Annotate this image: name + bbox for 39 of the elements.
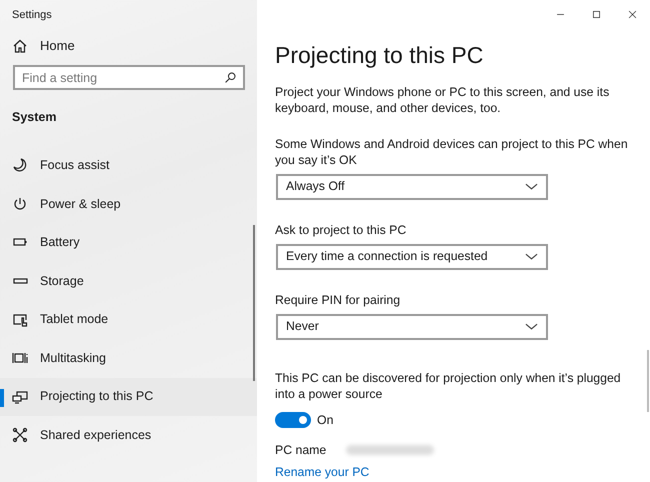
sidebar-item[interactable]: Shared experiences <box>0 416 257 455</box>
moon-icon <box>12 157 28 174</box>
scrollbar[interactable] <box>253 225 255 381</box>
dropdown[interactable]: Always Off <box>276 174 548 200</box>
pc-name-label: PC name <box>275 442 326 460</box>
setting-label: Require PIN for pairing <box>275 292 402 308</box>
toggle-label: On <box>317 412 334 429</box>
section-heading: System <box>11 109 58 126</box>
sidebar-item[interactable]: Storage <box>0 262 257 300</box>
sidebar-item[interactable]: Tablet mode <box>0 300 257 339</box>
description-text: Project your Windows phone or PC to this screen, and use its keyboard, mouse, and other devices, too. <box>275 84 610 116</box>
setting-label: Some Windows and Android devices can project to this PC when you say it’s OK <box>275 136 629 168</box>
page-title: Projecting to this PC <box>275 42 484 70</box>
chevron-down-icon <box>525 182 538 191</box>
projector-screen-icon <box>12 388 28 405</box>
sidebar-item[interactable]: Power & sleep <box>0 184 257 224</box>
close-icon <box>626 8 638 20</box>
dropdown[interactable]: Never <box>276 314 548 340</box>
maximize-icon <box>590 8 602 20</box>
shared-nodes-icon <box>12 427 28 444</box>
sidebar-item[interactable]: Battery <box>0 223 257 262</box>
tablet-icon <box>12 312 28 328</box>
power-note-text: This PC can be discovered for projection only when it’s plugged into a power source <box>275 370 622 402</box>
chevron-down-icon <box>525 322 538 331</box>
window-title: Settings <box>11 8 53 23</box>
dropdown[interactable]: Every time a connection is requested <box>276 244 548 270</box>
scrollbar[interactable] <box>647 350 649 412</box>
rename-link[interactable]: Rename your PC <box>275 465 370 480</box>
setting-label: Ask to project to this PC <box>275 222 408 238</box>
sidebar-item[interactable]: Focus assist <box>0 146 257 185</box>
toggle-switch[interactable] <box>275 412 311 428</box>
chevron-down-icon <box>525 252 538 261</box>
search-field[interactable]: Find a setting <box>13 65 245 90</box>
search-icon <box>224 71 237 84</box>
home-icon <box>12 38 28 54</box>
power-icon <box>12 196 28 212</box>
home-link[interactable]: Home <box>40 36 75 56</box>
sidebar-item[interactable]: Multitasking <box>0 338 257 378</box>
sidebar-item[interactable]: Projecting to this PC <box>0 378 257 416</box>
